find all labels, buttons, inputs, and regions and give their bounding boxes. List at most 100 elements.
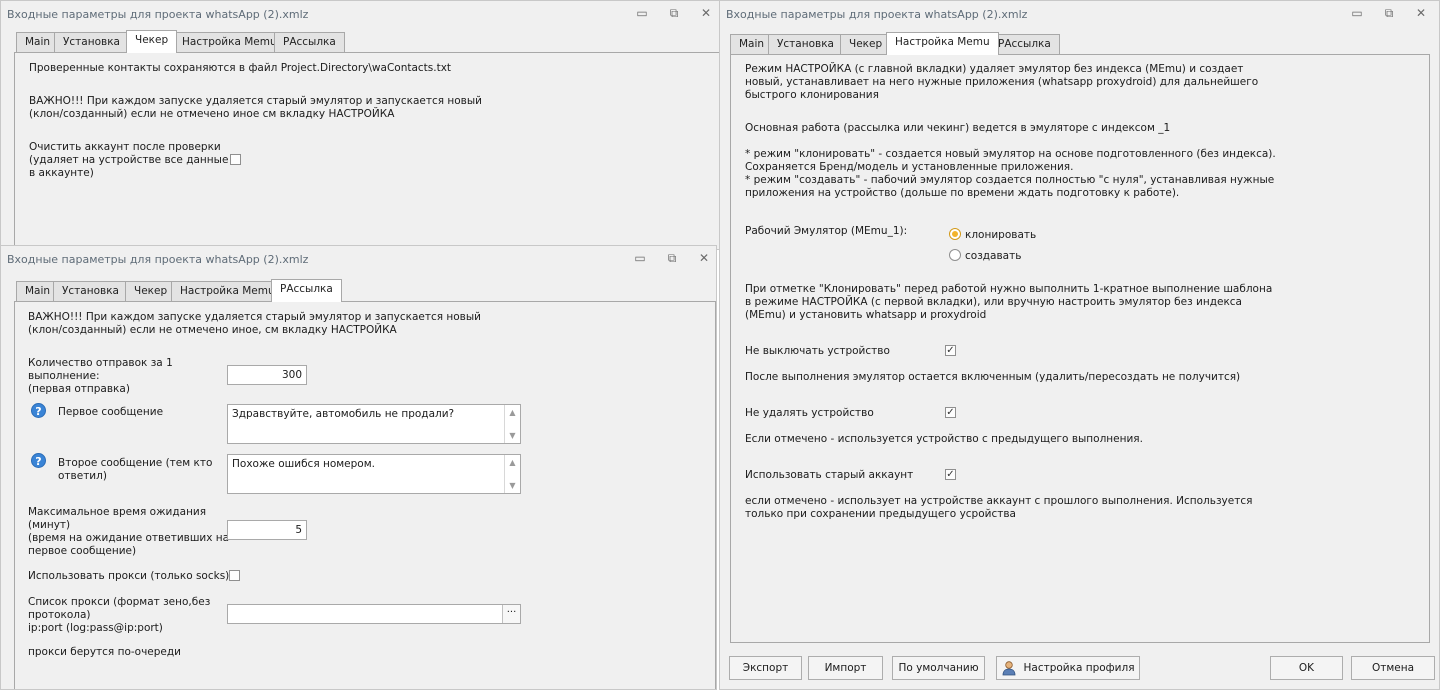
no-poweroff-checkbox[interactable]: ✓ — [945, 345, 956, 356]
contacts-file-text: Проверенные контакты сохраняются в файл … — [29, 62, 452, 74]
old-account-note: только при сохранении предыдущего усройс… — [745, 508, 1016, 520]
second-message-field[interactable]: Похоже ошибся номером. ▲ ▼ — [227, 454, 521, 494]
warning-text: ВАЖНО!!! При каждом запуске удаляется ст… — [29, 95, 482, 107]
no-poweroff-note: После выполнения эмулятор остается включ… — [745, 371, 1241, 383]
max-wait-label: (время на ожидание ответивших на — [28, 532, 230, 544]
tab-main[interactable]: Main — [730, 34, 774, 54]
tab-memu-settings[interactable]: Настройка Memu — [886, 32, 999, 55]
tab-panel: Проверенные контакты сохраняются в файл … — [14, 52, 719, 249]
close-icon[interactable]: ✕ — [699, 7, 713, 19]
window-title: Входные параметры для проекта whatsApp (… — [726, 8, 1028, 21]
first-message-label: Первое сообщение — [58, 406, 164, 418]
clear-account-label: Очистить аккаунт после проверки — [29, 141, 221, 153]
tab-install[interactable]: Установка — [54, 32, 129, 52]
proxy-list-label: ip:port (log:pass@ip:port) — [28, 622, 163, 634]
send-count-input[interactable]: 300 — [227, 365, 307, 385]
info-text: Сохраняется Бренд/модель и установленные… — [745, 161, 1074, 173]
title-bar: Входные параметры для проекта whatsApp (… — [720, 1, 1439, 27]
default-button[interactable]: По умолчанию — [892, 656, 985, 680]
minimize-icon[interactable]: ▭ — [635, 7, 649, 19]
send-count-label: (первая отправка) — [28, 383, 130, 395]
first-message-field[interactable]: Здравствуйте, автомобиль не продали? ▲ ▼ — [227, 404, 521, 444]
import-button[interactable]: Импорт — [808, 656, 883, 680]
settings-window-mailing: Входные параметры для проекта whatsApp (… — [0, 245, 717, 690]
clear-account-label: (удаляет на устройстве все данные — [29, 154, 229, 166]
tab-checker[interactable]: Чекер — [840, 34, 892, 54]
no-poweroff-label: Не выключать устройство — [745, 345, 890, 357]
settings-window-checker: Входные параметры для проекта whatsApp (… — [0, 0, 719, 250]
maximize-icon[interactable]: ⧉ — [1382, 7, 1396, 19]
clear-account-label: в аккаунте) — [29, 167, 94, 179]
max-wait-label: первое сообщение) — [28, 545, 137, 557]
tab-panel: ВАЖНО!!! При каждом запуске удаляется ст… — [14, 301, 716, 689]
info-text: в режиме НАСТРОЙКА (с первой вкладки), и… — [745, 296, 1242, 308]
tab-memu-settings[interactable]: Настройка Memu — [173, 32, 286, 52]
close-icon[interactable]: ✕ — [697, 252, 711, 264]
warning-text: (клон/созданный) если не отмечено иное с… — [29, 108, 395, 120]
info-text: приложения на устройство (дольше по врем… — [745, 187, 1180, 199]
cancel-button[interactable]: Отмена — [1351, 656, 1435, 680]
ok-button[interactable]: OK — [1270, 656, 1343, 680]
clear-account-checkbox[interactable] — [230, 154, 241, 165]
warning-text: (клон/созданный) если не отмечено иное, … — [28, 324, 397, 336]
scrollbar[interactable]: ▲ ▼ — [504, 455, 520, 493]
info-text: * режим "клонировать" - создается новый … — [745, 148, 1276, 160]
title-bar: Входные параметры для проекта whatsApp (… — [1, 246, 716, 272]
tab-main[interactable]: Main — [16, 32, 60, 52]
no-delete-checkbox[interactable]: ✓ — [945, 407, 956, 418]
tab-memu-settings[interactable]: Настройка Memu — [171, 281, 284, 301]
export-button[interactable]: Экспорт — [729, 656, 802, 680]
radio-clone[interactable] — [949, 228, 961, 240]
old-account-checkbox[interactable]: ✓ — [945, 469, 956, 480]
window-title: Входные параметры для проекта whatsApp (… — [7, 253, 309, 266]
max-wait-label: (минут) — [28, 519, 71, 531]
profile-settings-label: Настройка профиля — [1023, 662, 1135, 674]
old-account-note: если отмечено - использует на устройстве… — [745, 495, 1253, 507]
tab-mailing[interactable]: РАссылка — [271, 279, 342, 302]
second-message-label: ответил) — [58, 470, 107, 482]
radio-clone-label[interactable]: клонировать — [965, 229, 1036, 242]
second-message-text: Похоже ошибся номером. — [232, 458, 375, 470]
proxy-list-label: протокола) — [28, 609, 91, 621]
tab-mailing[interactable]: РАссылка — [989, 34, 1060, 54]
title-bar: Входные параметры для проекта whatsApp (… — [1, 1, 719, 27]
tab-mailing[interactable]: РАссылка — [274, 32, 345, 52]
proxy-list-label: Список прокси (формат зено,без — [28, 596, 211, 608]
minimize-icon[interactable]: ▭ — [1350, 7, 1364, 19]
maximize-icon[interactable]: ⧉ — [665, 252, 679, 264]
no-delete-note: Если отмечено - используется устройство … — [745, 433, 1143, 445]
max-wait-label: Максимальное время ожидания — [28, 506, 207, 518]
info-text: (MEmu) и установить whatsapp и proxydroi… — [745, 309, 987, 321]
proxy-list-input[interactable]: ··· — [227, 604, 521, 624]
tab-checker[interactable]: Чекер — [126, 30, 178, 53]
radio-create-label[interactable]: создавать — [965, 250, 1021, 263]
tab-checker[interactable]: Чекер — [125, 281, 177, 301]
settings-window-memu: Входные параметры для проекта whatsApp (… — [719, 0, 1440, 690]
browse-button[interactable]: ··· — [502, 605, 520, 623]
no-delete-label: Не удалять устройство — [745, 407, 874, 419]
info-text: * режим "создавать" - пабочий эмулятор с… — [745, 174, 1275, 186]
info-text: новый, устанавливает на него нужные прил… — [745, 76, 1259, 88]
radio-create[interactable] — [949, 249, 961, 261]
help-icon[interactable]: ? — [31, 453, 46, 468]
use-proxy-label: Использовать прокси (только socks) — [28, 570, 230, 582]
user-profile-icon — [1001, 660, 1017, 676]
send-count-label: выполнение: — [28, 370, 100, 382]
use-proxy-checkbox[interactable] — [229, 570, 240, 581]
send-count-label: Количество отправок за 1 — [28, 357, 173, 369]
info-text: Основная работа (рассылка или чекинг) ве… — [745, 122, 1171, 134]
help-icon[interactable]: ? — [31, 403, 46, 418]
close-icon[interactable]: ✕ — [1414, 7, 1428, 19]
profile-settings-button[interactable]: Настройка профиля — [996, 656, 1140, 680]
info-text: быстрого клонирования — [745, 89, 879, 101]
tab-panel: Режим НАСТРОЙКА (с главной вкладки) удал… — [730, 54, 1430, 643]
scrollbar[interactable]: ▲ ▼ — [504, 405, 520, 443]
minimize-icon[interactable]: ▭ — [633, 252, 647, 264]
warning-text: ВАЖНО!!! При каждом запуске удаляется ст… — [28, 311, 481, 323]
old-account-label: Использовать старый аккаунт — [745, 469, 914, 481]
tab-install[interactable]: Установка — [53, 281, 128, 301]
first-message-text: Здравствуйте, автомобиль не продали? — [232, 408, 455, 420]
maximize-icon[interactable]: ⧉ — [667, 7, 681, 19]
max-wait-input[interactable]: 5 — [227, 520, 307, 540]
tab-install[interactable]: Установка — [768, 34, 843, 54]
